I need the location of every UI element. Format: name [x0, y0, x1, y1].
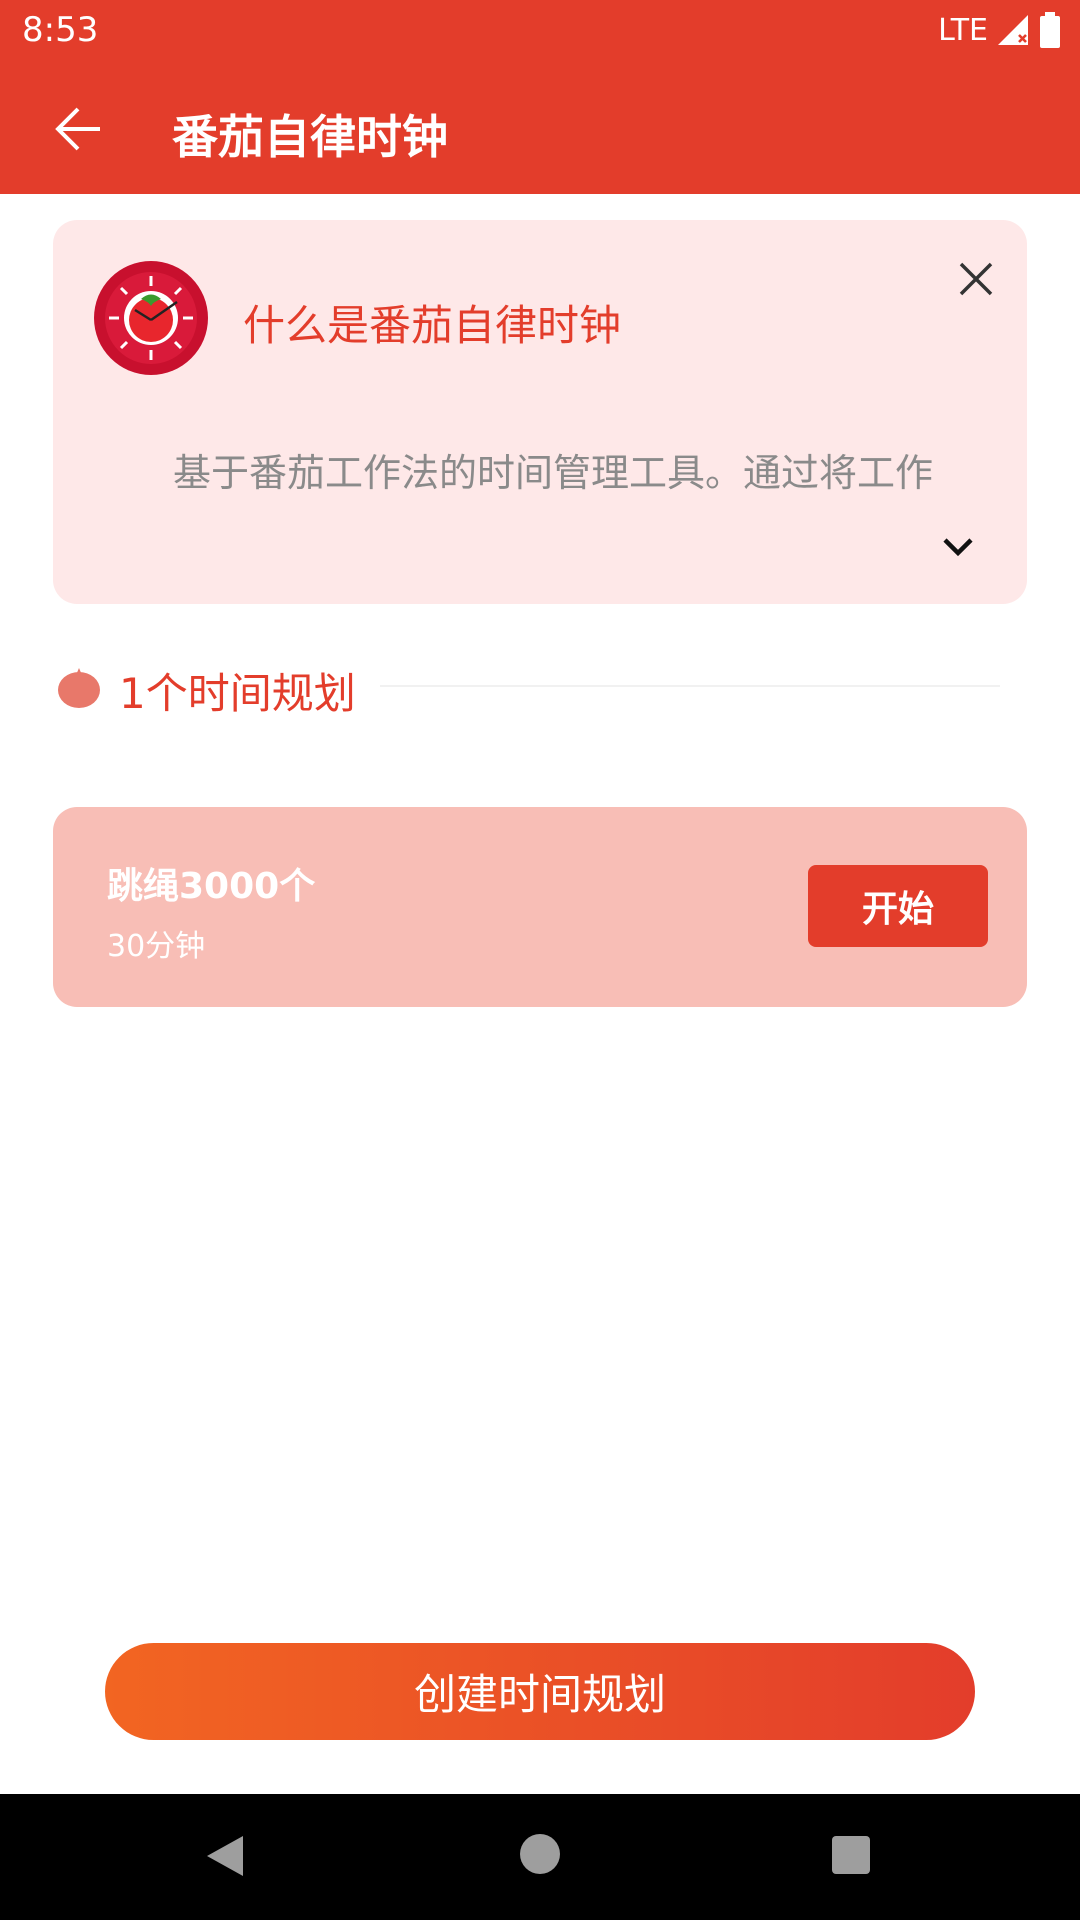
tomato-clock-logo	[93, 260, 209, 376]
arrow-left-icon	[55, 107, 100, 151]
plan-card[interactable]: 跳绳3000个 30分钟 开始	[53, 807, 1027, 1007]
nav-recent-icon[interactable]	[832, 1836, 870, 1874]
plan-count-label: 1个时间规划	[119, 669, 356, 718]
plan-name: 跳绳3000个	[107, 866, 316, 907]
close-icon	[959, 262, 993, 296]
intro-card: 什么是番茄自律时钟 基于番茄工作法的时间管理工具。通过将工作	[53, 220, 1027, 604]
plans-section-header: 1个时间规划	[55, 654, 1005, 718]
network-type: LTE	[938, 12, 988, 48]
nav-back-icon[interactable]	[205, 1834, 245, 1878]
intro-title: 什么是番茄自律时钟	[243, 301, 622, 350]
status-time: 8:53	[22, 10, 99, 50]
app-bar: 番茄自律时钟	[0, 63, 1080, 194]
system-nav-bar	[0, 1794, 1080, 1920]
create-plan-button[interactable]: 创建时间规划	[105, 1643, 975, 1740]
tomato-icon	[58, 668, 100, 708]
section-divider	[380, 685, 1000, 687]
intro-description: 基于番茄工作法的时间管理工具。通过将工作	[173, 451, 934, 495]
chevron-down-icon	[943, 538, 973, 557]
expand-button[interactable]	[933, 528, 983, 568]
start-button[interactable]: 开始	[808, 865, 988, 947]
signal-icon	[998, 15, 1028, 45]
plan-duration: 30分钟	[107, 929, 206, 964]
back-button[interactable]	[50, 99, 110, 159]
nav-home-icon[interactable]	[520, 1834, 560, 1874]
page-title: 番茄自律时钟	[172, 110, 448, 164]
status-icons: LTE	[938, 8, 1062, 52]
close-button[interactable]	[951, 254, 1001, 304]
tomato-clock-icon	[94, 261, 208, 375]
status-bar: 8:53 LTE	[0, 0, 1080, 63]
battery-icon	[1040, 12, 1060, 48]
